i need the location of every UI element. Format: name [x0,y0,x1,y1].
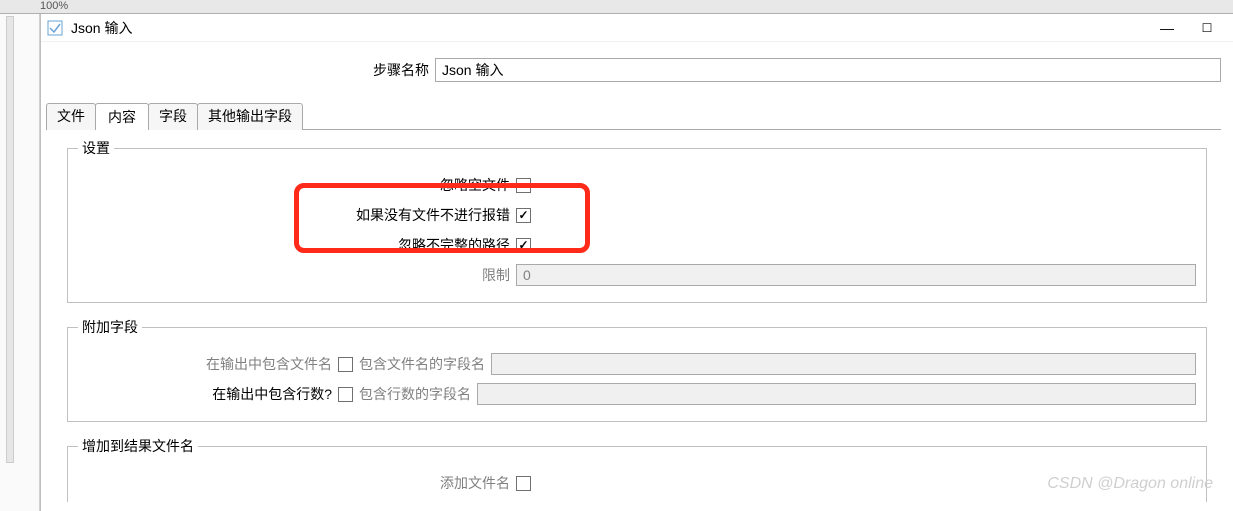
minimize-button[interactable]: — [1147,14,1187,42]
row-limit: 限制 [78,260,1196,290]
label-limit: 限制 [78,265,516,285]
json-input-dialog: Json 输入 — ☐ 步骤名称 文件 内容 字段 其他输出字段 设置 忽略空文… [40,14,1233,511]
label-ignore-incomplete-path: 忽略不完整的路径 [78,235,516,255]
sublabel-filename-fieldname: 包含文件名的字段名 [359,354,485,374]
row-add-filename: 添加文件名 [78,468,1196,498]
left-gutter [0,14,40,511]
checkbox-include-filename[interactable] [338,357,353,372]
parent-toolbar-fragment: 100% [0,0,1233,14]
checkbox-ignore-empty-file[interactable] [516,178,531,193]
tabstrip: 文件 内容 字段 其他输出字段 [47,102,1221,130]
checkbox-no-error-if-no-file[interactable] [516,208,531,223]
row-include-filename: 在输出中包含文件名 包含文件名的字段名 [78,349,1196,379]
group-additional-fields: 附加字段 在输出中包含文件名 包含文件名的字段名 在输出中包含行数? 包含行数的… [67,317,1207,422]
row-include-rownum: 在输出中包含行数? 包含行数的字段名 [78,379,1196,409]
tab-body-content: 设置 忽略空文件 如果没有文件不进行报错 忽略不完整的路径 限制 [53,130,1221,510]
label-include-rownum: 在输出中包含行数? [78,384,338,404]
tab-content[interactable]: 内容 [95,103,149,130]
sublabel-rownum-fieldname: 包含行数的字段名 [359,384,471,404]
group-additional-legend: 附加字段 [78,317,142,337]
input-limit[interactable] [516,264,1196,286]
dialog-icon [47,20,63,36]
gutter-bar [6,16,14,463]
dialog-title: Json 输入 [71,18,132,38]
watermark: CSDN @Dragon online [1047,475,1213,493]
input-filename-fieldname[interactable] [491,353,1196,375]
group-settings-legend: 设置 [78,138,114,158]
tab-file[interactable]: 文件 [46,103,96,130]
label-ignore-empty-file: 忽略空文件 [78,175,516,195]
group-add-result-legend: 增加到结果文件名 [78,436,198,456]
stepname-label: 步骤名称 [373,60,429,80]
group-settings: 设置 忽略空文件 如果没有文件不进行报错 忽略不完整的路径 限制 [67,138,1207,303]
stepname-input[interactable] [435,58,1221,82]
stepname-row: 步骤名称 [53,58,1221,82]
tab-other-output[interactable]: 其他输出字段 [197,103,303,130]
input-rownum-fieldname[interactable] [477,383,1196,405]
checkbox-include-rownum[interactable] [338,387,353,402]
dialog-titlebar: Json 输入 — ☐ [41,14,1233,42]
label-add-filename: 添加文件名 [78,473,516,493]
tab-fields[interactable]: 字段 [148,103,198,130]
label-include-filename: 在输出中包含文件名 [78,354,338,374]
row-no-error-if-no-file: 如果没有文件不进行报错 [78,200,1196,230]
group-add-result: 增加到结果文件名 添加文件名 [67,436,1207,502]
row-ignore-empty-file: 忽略空文件 [78,170,1196,200]
zoom-fragment: 100% [40,0,68,12]
row-ignore-incomplete-path: 忽略不完整的路径 [78,230,1196,260]
checkbox-ignore-incomplete-path[interactable] [516,238,531,253]
label-no-error-if-no-file: 如果没有文件不进行报错 [78,205,516,225]
dialog-content: 步骤名称 文件 内容 字段 其他输出字段 设置 忽略空文件 如果没有文件不进行报… [41,42,1233,510]
maximize-button[interactable]: ☐ [1187,14,1227,42]
checkbox-add-filename[interactable] [516,476,531,491]
